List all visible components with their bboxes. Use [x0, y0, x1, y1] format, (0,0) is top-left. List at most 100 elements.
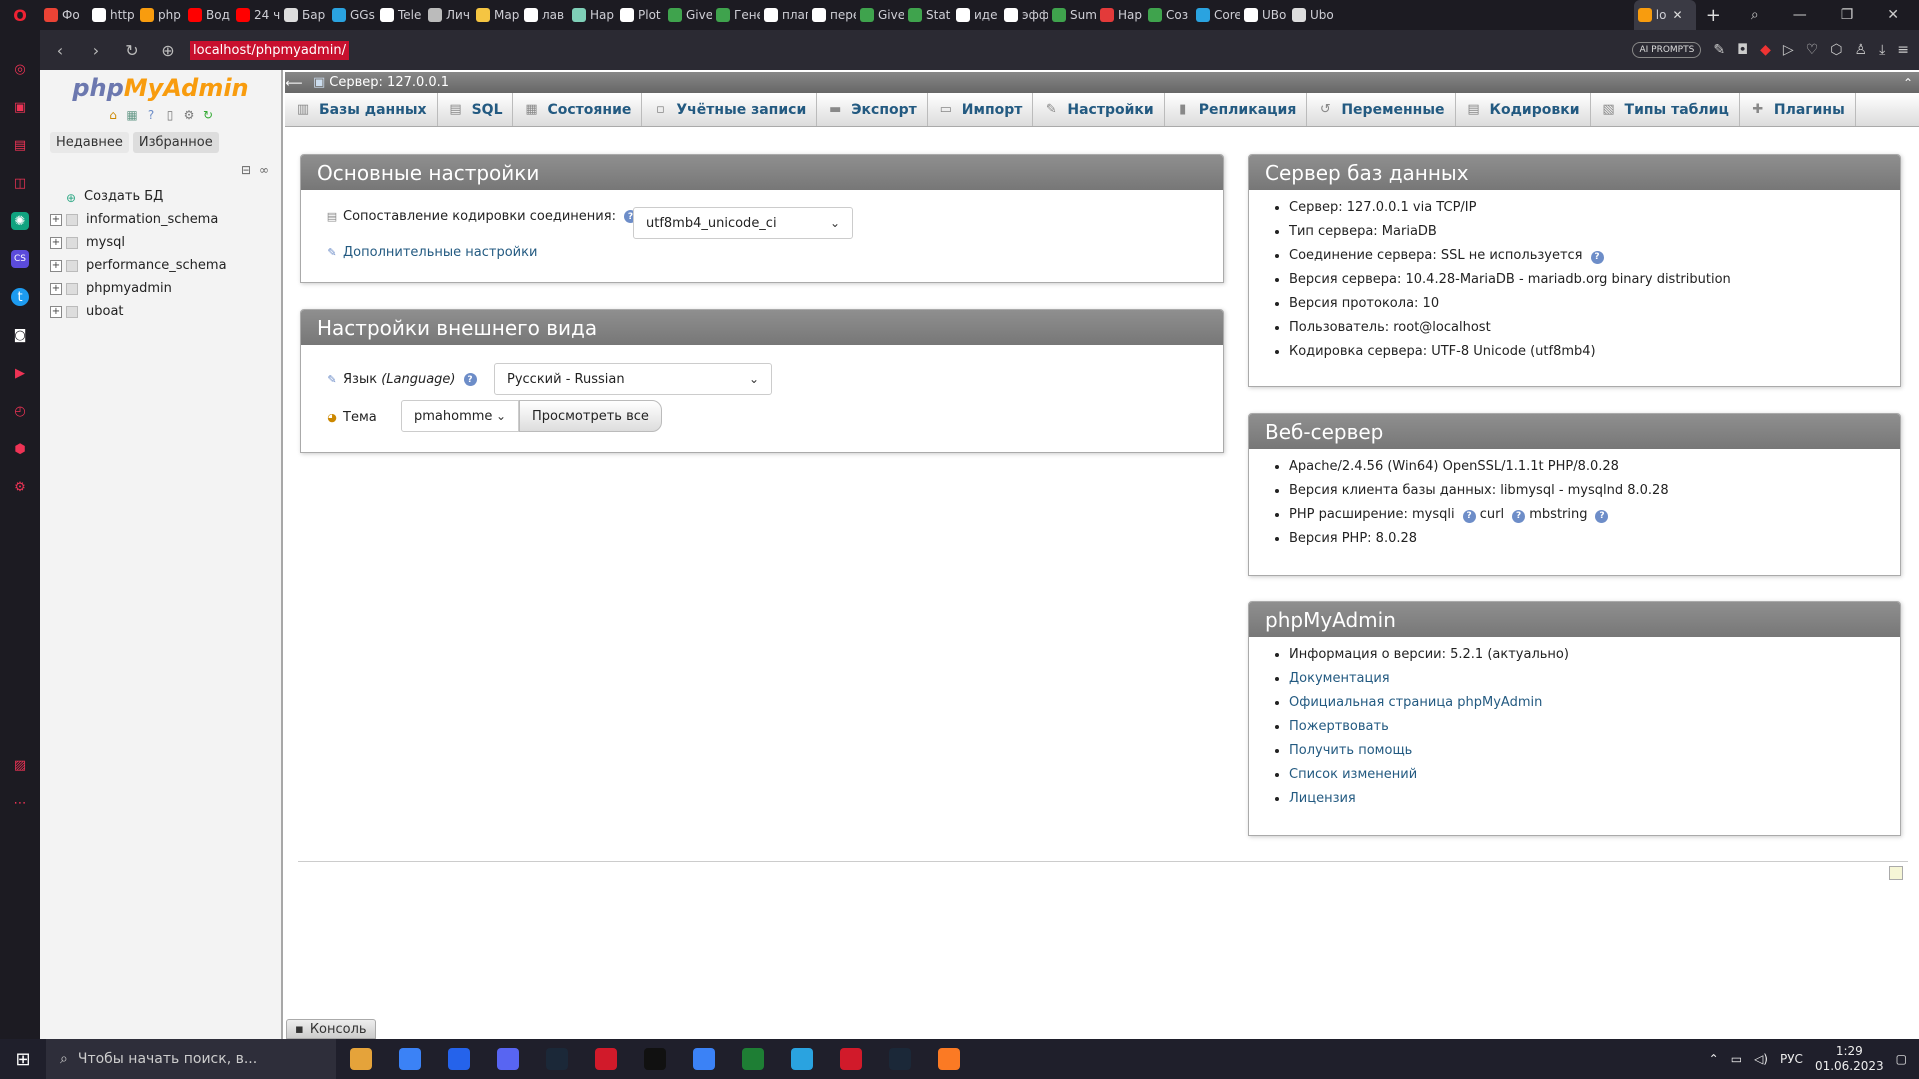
nav-settings-icon[interactable]: ⚙: [182, 108, 196, 122]
browser-tab[interactable]: Нар: [1096, 0, 1144, 30]
twitch-icon[interactable]: ▤: [11, 136, 29, 154]
chatgpt-icon[interactable]: ✺: [11, 212, 29, 230]
windows-start-icon[interactable]: ⊞: [0, 1039, 46, 1079]
logout-icon[interactable]: ▦: [125, 108, 139, 122]
browser-tab[interactable]: UBo: [1240, 0, 1288, 30]
taskbar-app[interactable]: [728, 1039, 777, 1079]
tab-close-icon[interactable]: ✕: [1672, 8, 1682, 22]
recent-button[interactable]: Недавнее: [50, 132, 129, 153]
twitter-icon[interactable]: t: [11, 288, 29, 306]
browser-tab[interactable]: иде: [952, 0, 1000, 30]
browser-tab[interactable]: Нар: [568, 0, 616, 30]
discord-icon[interactable]: ◙: [11, 326, 29, 344]
taskbar-app[interactable]: [875, 1039, 924, 1079]
expand-icon[interactable]: +: [50, 259, 62, 272]
pma-info-link[interactable]: Пожертвовать: [1289, 719, 1389, 734]
menu-item[interactable]: ▬ Экспорт: [817, 93, 928, 126]
taskbar-app[interactable]: [483, 1039, 532, 1079]
forward-icon[interactable]: ›: [86, 41, 106, 60]
expand-icon[interactable]: +: [50, 282, 62, 295]
clock[interactable]: 1:29 01.06.2023: [1815, 1044, 1884, 1074]
docs-icon[interactable]: ▯: [163, 108, 177, 122]
aria-icon[interactable]: ◎: [11, 60, 29, 78]
tree-item-create-db[interactable]: ⊕ Создать БД: [50, 185, 281, 208]
url-text[interactable]: localhost/phpmyadmin/: [190, 40, 349, 60]
tree-item-db[interactable]: + performance_schema: [50, 254, 281, 277]
expand-icon[interactable]: +: [50, 213, 62, 226]
pma-info-link[interactable]: Официальная страница phpMyAdmin: [1289, 695, 1542, 710]
collapse-all-icon[interactable]: ⊟: [241, 163, 251, 177]
gallery-icon[interactable]: ▨: [11, 756, 29, 774]
reload-icon[interactable]: ↻: [122, 41, 142, 60]
notes-icon[interactable]: [1889, 866, 1903, 880]
restore-icon[interactable]: ❐: [1841, 7, 1854, 23]
console-tab[interactable]: ▪ Консоль: [286, 1019, 376, 1039]
menu-item[interactable]: ▤ Кодировки: [1456, 93, 1591, 126]
taskbar-app[interactable]: [924, 1039, 973, 1079]
browser-tab[interactable]: Бар: [280, 0, 328, 30]
browser-tab[interactable]: http: [88, 0, 136, 30]
browser-tab[interactable]: эфф: [1000, 0, 1048, 30]
shopping-icon[interactable]: ▣: [11, 98, 29, 116]
menu-icon[interactable]: ≡: [1897, 42, 1909, 58]
server-title[interactable]: Сервер: 127.0.0.1: [329, 75, 449, 90]
minimize-icon[interactable]: —: [1793, 7, 1807, 23]
browser-tab[interactable]: лав: [520, 0, 568, 30]
favorites-button[interactable]: Избранное: [132, 132, 219, 153]
taskbar-app[interactable]: [532, 1039, 581, 1079]
tray-chevron-icon[interactable]: ⌃: [1709, 1052, 1719, 1066]
browser-tab[interactable]: пере: [808, 0, 856, 30]
browser-tab[interactable]: Tele: [376, 0, 424, 30]
taskbar-app[interactable]: [581, 1039, 630, 1079]
menu-item[interactable]: ✚ Плагины: [1740, 93, 1856, 126]
opera-logo-icon[interactable]: O: [0, 0, 40, 30]
collapse-nav-icon[interactable]: ⟵: [285, 76, 303, 90]
download-icon[interactable]: ⤓: [1879, 42, 1885, 58]
link-icon[interactable]: ∞: [259, 163, 269, 177]
site-info-icon[interactable]: ⊕: [158, 41, 178, 60]
player-icon[interactable]: ▶: [11, 364, 29, 382]
edit-icon[interactable]: ✎: [1713, 42, 1725, 58]
back-icon[interactable]: ‹: [50, 41, 70, 60]
browser-tab[interactable]: Sum: [1048, 0, 1096, 30]
taskbar-search[interactable]: ⌕ Чтобы начать поиск, в...: [46, 1039, 336, 1079]
taskbar-app[interactable]: [336, 1039, 385, 1079]
volume-icon[interactable]: ◁): [1754, 1052, 1768, 1066]
pma-info-link[interactable]: Получить помощь: [1289, 743, 1412, 758]
menu-item[interactable]: ▤ SQL: [438, 93, 514, 126]
curl-help-icon[interactable]: ?: [1512, 509, 1526, 523]
pma-info-link[interactable]: Документация: [1289, 671, 1390, 686]
taskbar-app[interactable]: [434, 1039, 483, 1079]
menu-item[interactable]: ↺ Переменные: [1307, 93, 1456, 126]
tree-item-db[interactable]: + information_schema: [50, 208, 281, 231]
network-icon[interactable]: ▭: [1731, 1052, 1742, 1066]
tree-item-db[interactable]: + phpmyadmin: [50, 277, 281, 300]
settings-icon[interactable]: ⚙: [11, 478, 29, 496]
browser-tab[interactable]: Мар: [472, 0, 520, 30]
menu-item[interactable]: ▫ Учётные записи: [642, 93, 818, 126]
camera-icon[interactable]: ◘: [1737, 42, 1748, 58]
language-select[interactable]: Русский - Russian ⌄: [494, 363, 772, 395]
gamepad-icon[interactable]: ◫: [11, 174, 29, 192]
language-help-icon[interactable]: ?: [463, 373, 477, 386]
home-icon[interactable]: ⌂: [106, 108, 120, 122]
menu-item[interactable]: ▮ Репликация: [1165, 93, 1308, 126]
browser-tab[interactable]: плаг: [760, 0, 808, 30]
notifications-icon[interactable]: ▢: [1896, 1052, 1907, 1066]
send-icon[interactable]: ▷: [1783, 42, 1794, 58]
mbstring-help-icon[interactable]: ?: [1595, 509, 1609, 523]
browser-tab[interactable]: Give: [664, 0, 712, 30]
shield-icon[interactable]: ◆: [1760, 42, 1771, 58]
tree-item-db[interactable]: + uboat: [50, 300, 281, 323]
menu-item[interactable]: ✎ Настройки: [1033, 93, 1165, 126]
cs-icon[interactable]: CS: [11, 250, 29, 268]
pma-logo[interactable]: phpMyAdmin: [40, 74, 281, 102]
browser-tab[interactable]: Фо: [40, 0, 88, 30]
tree-item-db[interactable]: + mysql: [50, 231, 281, 254]
ai-prompts-button[interactable]: AI PROMPTS: [1632, 42, 1702, 58]
keyboard-lang[interactable]: РУС: [1780, 1052, 1803, 1066]
menu-item[interactable]: ▭ Импорт: [928, 93, 1034, 126]
heart-icon[interactable]: ♡: [1806, 42, 1819, 58]
taskbar-app[interactable]: [385, 1039, 434, 1079]
browser-tab[interactable]: 24 ч: [232, 0, 280, 30]
